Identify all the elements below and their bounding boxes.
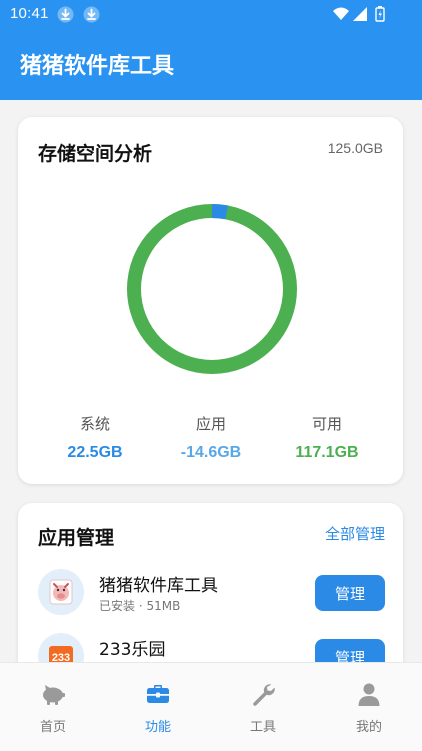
wrench-icon [253, 684, 275, 706]
cellular-signal-icon [353, 7, 367, 21]
status-icons [333, 6, 385, 22]
stat-label: 应用 [195, 415, 226, 433]
storage-analysis-card: 存储空间分析 125.0GB 系统 22.5GB 应用 -14.6GB 可用 1… [18, 117, 403, 484]
user-icon [358, 683, 380, 706]
nav-label: 功能 [144, 720, 171, 735]
toolbox-icon [147, 685, 169, 703]
manage-button[interactable]: 管理 [315, 575, 385, 611]
storage-title: 存储空间分析 [38, 143, 153, 165]
nav-label: 我的 [355, 720, 382, 735]
stat-available: 可用 117.1GB [272, 413, 382, 462]
storage-total: 125.0GB [327, 140, 383, 156]
download-notification-icon [83, 6, 100, 23]
stat-label: 可用 [311, 415, 342, 433]
nav-item-features[interactable]: 功能 [105, 663, 211, 751]
bottom-navigation: 首页 功能 工具 我的 [0, 662, 422, 751]
stat-value: 22.5GB [67, 444, 123, 461]
app-title: 猪猪软件库工具 [20, 54, 175, 79]
nav-label: 首页 [39, 720, 66, 735]
nav-item-tools[interactable]: 工具 [210, 663, 316, 751]
wifi-icon [333, 7, 349, 20]
piggy-bank-icon [43, 685, 65, 705]
donut-free-segment [127, 204, 297, 374]
apps-title: 应用管理 [38, 527, 115, 549]
manage-all-link[interactable]: 全部管理 [325, 523, 385, 544]
list-item: 猪猪软件库工具 已安装 · 51MB 管理 [18, 569, 403, 629]
app-meta: 已安装 · 51MB [99, 599, 181, 613]
battery-icon [375, 6, 385, 22]
stat-value: 117.1GB [295, 444, 359, 461]
stat-system: 系统 22.5GB [40, 413, 150, 462]
stat-apps: 应用 -14.6GB [156, 413, 266, 462]
nav-item-home[interactable]: 首页 [0, 663, 106, 751]
status-bar: 10:41 [0, 0, 422, 30]
app-icon-pig [38, 569, 84, 615]
app-name: 233乐园 [99, 640, 166, 660]
app-bar: 猪猪软件库工具 [0, 30, 422, 100]
stat-label: 系统 [79, 415, 110, 433]
download-notification-icon [57, 6, 74, 23]
stat-value: -14.6GB [180, 444, 242, 461]
status-time: 10:41 [10, 5, 49, 22]
app-name: 猪猪软件库工具 [99, 576, 218, 596]
nav-item-profile[interactable]: 我的 [316, 663, 422, 751]
nav-label: 工具 [249, 720, 276, 735]
storage-donut-chart [127, 204, 297, 374]
